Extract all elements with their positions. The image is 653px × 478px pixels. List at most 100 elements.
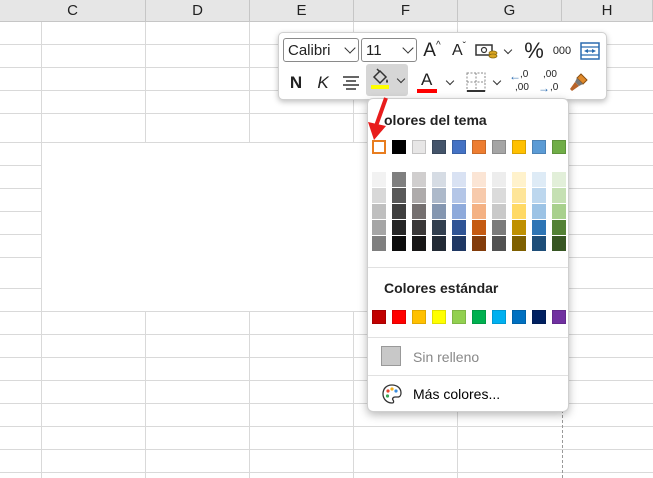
font-color-button[interactable]: A [415,69,455,95]
theme-shade-swatch[interactable] [472,204,486,219]
theme-color-swatch[interactable] [532,140,546,154]
theme-color-swatch[interactable] [432,140,446,154]
theme-shade-swatch[interactable] [492,236,506,251]
theme-shade-swatch[interactable] [492,220,506,235]
column-header-f[interactable]: F [354,0,458,22]
increase-font-size-button[interactable]: A ^ [420,38,444,64]
theme-shade-swatch[interactable] [512,172,526,187]
format-painter-button[interactable] [566,68,592,96]
theme-shade-swatch[interactable] [432,236,446,251]
theme-shade-swatch[interactable] [512,188,526,203]
theme-shade-swatch[interactable] [492,188,506,203]
theme-color-swatch[interactable] [552,140,566,154]
more-colors-item[interactable]: Más colores... [368,379,568,409]
theme-shade-swatch[interactable] [492,204,506,219]
increase-decimal-button[interactable]: ← ,0 ,00 [508,68,534,96]
increase-decimal-top: ,0 [520,69,529,80]
fill-color-button[interactable] [366,64,408,96]
theme-shade-swatch[interactable] [512,220,526,235]
accounting-format-button[interactable] [474,39,513,63]
standard-color-swatch[interactable] [512,310,526,324]
theme-shade-swatch[interactable] [452,204,466,219]
font-name-combo[interactable]: Calibri [283,38,359,62]
theme-shade-swatch[interactable] [472,220,486,235]
theme-shade-swatch[interactable] [532,220,546,235]
theme-shade-swatch[interactable] [512,204,526,219]
theme-shade-swatch[interactable] [492,172,506,187]
standard-color-swatch[interactable] [532,310,546,324]
theme-color-swatch[interactable] [412,140,426,154]
theme-shade-swatch[interactable] [392,236,406,251]
theme-shade-swatch[interactable] [432,220,446,235]
theme-shade-swatch[interactable] [432,172,446,187]
theme-shade-swatch[interactable] [552,188,566,203]
theme-shade-swatch[interactable] [552,220,566,235]
theme-shade-swatch[interactable] [412,204,426,219]
theme-color-swatch[interactable] [452,140,466,154]
theme-shade-swatch[interactable] [452,188,466,203]
bold-button[interactable]: N [285,70,307,96]
theme-shade-swatch[interactable] [552,172,566,187]
chevron-down-icon [492,76,502,85]
standard-color-swatch[interactable] [392,310,406,324]
italic-button[interactable]: K [312,70,334,96]
borders-button[interactable] [462,69,504,95]
theme-shade-swatch[interactable] [392,172,406,187]
theme-shade-swatch[interactable] [452,236,466,251]
standard-color-swatch[interactable] [452,310,466,324]
theme-shade-swatch[interactable] [412,172,426,187]
theme-shade-swatch[interactable] [532,172,546,187]
theme-shade-swatch[interactable] [392,204,406,219]
theme-shade-swatch[interactable] [412,188,426,203]
standard-color-swatch[interactable] [412,310,426,324]
column-header-d[interactable]: D [146,0,250,22]
column-header-h[interactable]: H [562,0,653,22]
theme-shade-swatch[interactable] [392,188,406,203]
theme-shade-swatch[interactable] [432,204,446,219]
theme-shade-swatch[interactable] [372,204,386,219]
merge-cells-icon [580,42,600,60]
column-header-c[interactable]: C [0,0,146,22]
font-size-combo[interactable]: 11 [361,38,417,62]
theme-colors-heading: olores del tema [384,112,487,128]
standard-color-swatch[interactable] [432,310,446,324]
theme-shade-swatch[interactable] [452,220,466,235]
theme-color-swatch[interactable] [392,140,406,154]
theme-shade-swatch[interactable] [532,204,546,219]
theme-shade-swatch[interactable] [372,188,386,203]
theme-color-swatch[interactable] [492,140,506,154]
theme-shade-swatch[interactable] [472,188,486,203]
theme-shade-swatch[interactable] [412,220,426,235]
palette-icon [382,384,402,404]
decrease-decimal-button[interactable]: ,00 → ,0 [537,68,563,96]
no-fill-item[interactable]: Sin relleno [368,342,568,372]
theme-color-swatch[interactable] [472,140,486,154]
theme-shade-swatch[interactable] [472,172,486,187]
theme-shade-swatch[interactable] [372,172,386,187]
theme-shade-swatch[interactable] [372,220,386,235]
percent-style-button[interactable]: % [522,37,546,65]
center-align-button[interactable] [339,70,363,96]
theme-shade-swatch[interactable] [432,188,446,203]
comma-style-button[interactable]: 000 [549,39,575,63]
standard-color-swatch[interactable] [372,310,386,324]
merge-center-button[interactable] [578,39,602,63]
theme-shade-swatch[interactable] [412,236,426,251]
column-header-e[interactable]: E [250,0,354,22]
theme-shade-swatch[interactable] [392,220,406,235]
theme-shade-swatch[interactable] [472,236,486,251]
decrease-font-size-button[interactable]: Aˇ [447,38,471,64]
theme-color-swatch[interactable] [512,140,526,154]
standard-color-swatch[interactable] [552,310,566,324]
standard-color-swatch[interactable] [492,310,506,324]
standard-color-swatch[interactable] [472,310,486,324]
chevron-down-icon [445,76,455,85]
theme-shade-swatch[interactable] [552,204,566,219]
theme-shade-swatch[interactable] [552,236,566,251]
theme-shade-swatch[interactable] [372,236,386,251]
theme-shade-swatch[interactable] [452,172,466,187]
theme-shade-swatch[interactable] [532,236,546,251]
theme-shade-swatch[interactable] [532,188,546,203]
theme-shade-swatch[interactable] [512,236,526,251]
column-header-g[interactable]: G [458,0,562,22]
